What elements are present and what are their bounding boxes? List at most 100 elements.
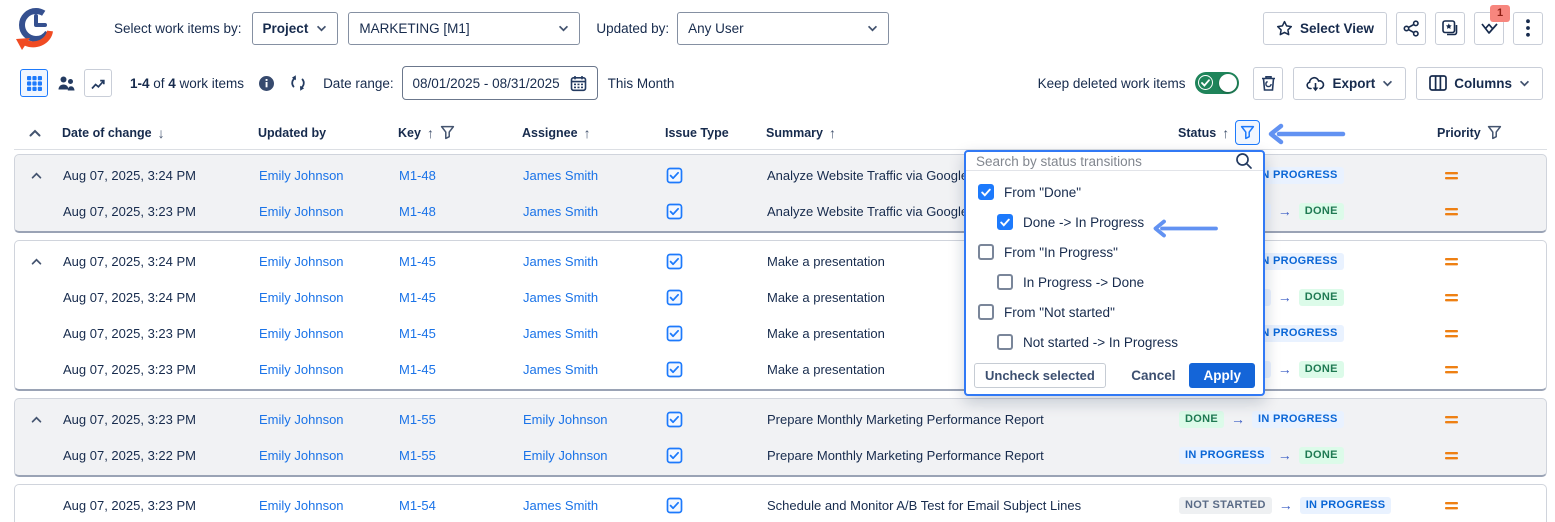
updated-by-link[interactable]: Emily Johnson xyxy=(253,168,393,183)
assignee-link[interactable]: James Smith xyxy=(517,204,660,219)
info-icon[interactable] xyxy=(258,75,275,92)
updated-by-link[interactable]: Emily Johnson xyxy=(253,448,393,463)
checkbox[interactable] xyxy=(978,184,994,200)
table-row[interactable]: Aug 07, 2025, 3:23 PM Emily Johnson M1-5… xyxy=(15,487,1546,522)
assignee-link[interactable]: Emily Johnson xyxy=(517,448,660,463)
apply-button[interactable]: Apply xyxy=(1189,363,1255,388)
changes-filter-button[interactable]: 1 xyxy=(1474,12,1504,45)
updated-by-link[interactable]: Emily Johnson xyxy=(253,204,393,219)
table-row[interactable]: Aug 07, 2025, 3:24 PM Emily Johnson M1-4… xyxy=(15,157,1546,193)
filter-funnel-icon[interactable] xyxy=(1487,125,1502,140)
select-by-dropdown[interactable]: Project xyxy=(252,12,339,45)
people-view-button[interactable] xyxy=(52,69,80,97)
calendar-icon[interactable] xyxy=(570,75,587,92)
refresh-icon[interactable] xyxy=(289,74,307,92)
assignee-link[interactable]: James Smith xyxy=(517,290,660,305)
issue-key-link[interactable]: M1-55 xyxy=(393,448,517,463)
checkbox[interactable] xyxy=(997,214,1013,230)
table-row[interactable]: Aug 07, 2025, 3:23 PM Emily Johnson M1-4… xyxy=(15,193,1546,229)
header-updated-by[interactable]: Updated by xyxy=(252,126,392,140)
double-check-icon xyxy=(1480,20,1499,36)
issue-key-link[interactable]: M1-48 xyxy=(393,168,517,183)
columns-button[interactable]: Columns xyxy=(1416,67,1543,100)
popup-items: From "Done" Done -> In Progress From "In… xyxy=(966,171,1263,357)
assignee-link[interactable]: James Smith xyxy=(517,362,660,377)
header-status[interactable]: Status ↑ xyxy=(1172,120,1420,145)
table-row[interactable]: Aug 07, 2025, 3:22 PM Emily Johnson M1-5… xyxy=(15,437,1546,473)
table-row[interactable]: Aug 07, 2025, 3:23 PM Emily Johnson M1-4… xyxy=(15,351,1546,387)
table-row[interactable]: Aug 07, 2025, 3:23 PM Emily Johnson M1-5… xyxy=(15,401,1546,437)
sort-asc-icon[interactable]: ↑ xyxy=(829,125,836,141)
deleted-items-button[interactable] xyxy=(1253,67,1283,100)
status-transition-search-input[interactable] xyxy=(976,154,1227,169)
issue-key-link[interactable]: M1-45 xyxy=(393,254,517,269)
checkbox[interactable] xyxy=(997,334,1013,350)
issue-key-link[interactable]: M1-45 xyxy=(393,362,517,377)
view-mode-toggles xyxy=(20,69,112,97)
task-type-icon xyxy=(666,361,761,378)
issue-key-link[interactable]: M1-45 xyxy=(393,326,517,341)
assignee-link[interactable]: James Smith xyxy=(517,326,660,341)
updated-by-link[interactable]: Emily Johnson xyxy=(253,326,393,341)
updated-by-link[interactable]: Emily Johnson xyxy=(253,362,393,377)
share-button[interactable] xyxy=(1396,12,1426,45)
updated-by-select[interactable]: Any User xyxy=(677,12,889,45)
updated-by-link[interactable]: Emily Johnson xyxy=(253,498,393,513)
collapse-group-icon[interactable] xyxy=(31,172,42,179)
table-row[interactable]: Aug 07, 2025, 3:24 PM Emily Johnson M1-4… xyxy=(15,243,1546,279)
header-date-of-change[interactable]: Date of change ↓ xyxy=(56,125,252,141)
popup-footer: Uncheck selected Cancel Apply xyxy=(966,357,1263,397)
table-row[interactable]: Aug 07, 2025, 3:24 PM Emily Johnson M1-4… xyxy=(15,279,1546,315)
status-transition-option[interactable]: From "Done" xyxy=(966,177,1263,207)
export-button[interactable]: Export xyxy=(1293,67,1406,100)
assignee-link[interactable]: James Smith xyxy=(517,254,660,269)
sort-asc-icon[interactable]: ↑ xyxy=(584,125,591,141)
saved-views-button[interactable] xyxy=(1435,12,1465,45)
columns-icon xyxy=(1429,75,1447,91)
assignee-link[interactable]: Emily Johnson xyxy=(517,412,660,427)
assignee-link[interactable]: James Smith xyxy=(517,498,660,513)
updated-by-link[interactable]: Emily Johnson xyxy=(253,290,393,305)
date-of-change-cell: Aug 07, 2025, 3:23 PM xyxy=(57,498,253,513)
header-key[interactable]: Key ↑ xyxy=(392,125,516,141)
kebab-icon xyxy=(1526,19,1530,37)
checkbox[interactable] xyxy=(978,304,994,320)
updated-by-link[interactable]: Emily Johnson xyxy=(253,254,393,269)
status-transition-option[interactable]: In Progress -> Done xyxy=(966,267,1263,297)
more-options-button[interactable] xyxy=(1513,12,1543,45)
issue-key-link[interactable]: M1-55 xyxy=(393,412,517,427)
issue-key-link[interactable]: M1-45 xyxy=(393,290,517,305)
status-transition-option[interactable]: Not started -> In Progress xyxy=(966,327,1263,357)
keep-deleted-toggle[interactable] xyxy=(1195,72,1239,94)
select-view-button[interactable]: Select View xyxy=(1263,12,1387,45)
header-summary[interactable]: Summary ↑ xyxy=(760,125,1172,141)
status-transition-option[interactable]: From "Not started" xyxy=(966,297,1263,327)
collapse-all-cell[interactable] xyxy=(14,129,56,137)
toolbar-right-actions: Keep deleted work items xyxy=(1038,67,1543,100)
table-row[interactable]: Aug 07, 2025, 3:23 PM Emily Johnson M1-4… xyxy=(15,315,1546,351)
issue-key-link[interactable]: M1-48 xyxy=(393,204,517,219)
filter-funnel-icon[interactable] xyxy=(440,125,455,140)
project-select[interactable]: MARKETING [M1] xyxy=(348,12,580,45)
issue-key-link[interactable]: M1-54 xyxy=(393,498,517,513)
header-assignee[interactable]: Assignee ↑ xyxy=(516,125,659,141)
cancel-button[interactable]: Cancel xyxy=(1131,368,1175,383)
updated-by-link[interactable]: Emily Johnson xyxy=(253,412,393,427)
status-transition-option[interactable]: Done -> In Progress xyxy=(966,207,1263,237)
status-filter-button-active[interactable] xyxy=(1235,120,1260,145)
grid-view-button[interactable] xyxy=(20,69,48,97)
date-range-input[interactable]: 08/01/2025 - 08/31/2025 xyxy=(402,66,598,100)
chart-view-button[interactable] xyxy=(84,69,112,97)
checkbox[interactable] xyxy=(997,274,1013,290)
sort-asc-icon[interactable]: ↑ xyxy=(1222,125,1229,141)
uncheck-selected-button[interactable]: Uncheck selected xyxy=(974,363,1106,388)
header-issue-type[interactable]: Issue Type xyxy=(659,126,760,140)
assignee-link[interactable]: James Smith xyxy=(517,168,660,183)
status-transition-option[interactable]: From "In Progress" xyxy=(966,237,1263,267)
collapse-group-icon[interactable] xyxy=(31,258,42,265)
sort-desc-icon[interactable]: ↓ xyxy=(158,125,165,141)
checkbox[interactable] xyxy=(978,244,994,260)
sort-asc-icon[interactable]: ↑ xyxy=(427,125,434,141)
header-priority[interactable]: Priority xyxy=(1420,125,1547,140)
collapse-group-icon[interactable] xyxy=(31,416,42,423)
